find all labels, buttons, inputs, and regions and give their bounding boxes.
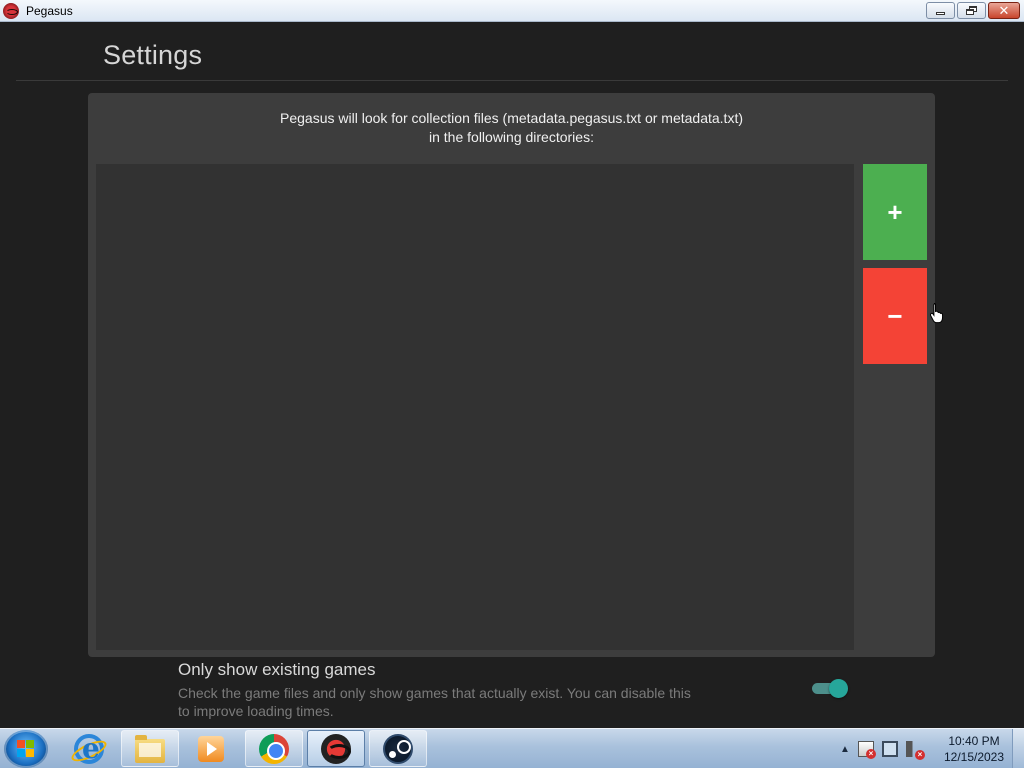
window-titlebar[interactable]: Pegasus ✕	[0, 0, 1024, 22]
show-desktop-button[interactable]	[1012, 729, 1024, 768]
taskbar-clock[interactable]: 10:40 PM 12/15/2023	[940, 733, 1008, 765]
start-button[interactable]	[4, 730, 48, 768]
clock-time: 10:40 PM	[948, 734, 1000, 748]
taskbar: ▲ × × 10:40 PM 12/15/2023	[0, 728, 1024, 768]
taskbar-item-media-player[interactable]	[182, 730, 240, 767]
directories-panel: Pegasus will look for collection files (…	[88, 93, 935, 657]
only-existing-games-description: Check the game files and only show games…	[178, 685, 691, 719]
add-directory-button[interactable]: +	[863, 164, 927, 260]
directories-description-line-1: Pegasus will look for collection files (…	[280, 110, 743, 126]
toggle-thumb	[829, 679, 848, 698]
pegasus-app-icon	[3, 3, 19, 19]
window-title: Pegasus	[26, 4, 73, 18]
steam-icon	[383, 733, 413, 764]
taskbar-item-internet-explorer[interactable]	[60, 730, 118, 767]
header-divider	[16, 80, 1008, 81]
show-hidden-icons-button[interactable]: ▲	[840, 744, 850, 755]
action-center-icon[interactable]: ×	[857, 741, 876, 759]
taskbar-item-pegasus[interactable]	[307, 730, 365, 767]
system-tray: ▲ × ×	[840, 731, 925, 767]
close-button[interactable]: ✕	[988, 2, 1020, 19]
page-title: Settings	[103, 40, 203, 70]
taskbar-item-chrome[interactable]	[245, 730, 303, 767]
network-icon[interactable]	[881, 741, 898, 757]
clock-date: 12/15/2023	[943, 750, 1005, 764]
hand-cursor-icon	[929, 303, 944, 324]
only-existing-games-title: Only show existing games	[178, 660, 376, 679]
close-icon: ✕	[998, 3, 1010, 18]
directory-list[interactable]	[96, 164, 854, 650]
windows-logo-icon	[17, 740, 35, 758]
minimize-icon	[936, 12, 945, 15]
settings-screen: Settings Pegasus will look for collectio…	[0, 23, 1024, 728]
volume-muted-icon[interactable]: ×	[905, 741, 925, 760]
restore-icon	[965, 6, 978, 15]
chrome-icon	[259, 733, 289, 764]
minimize-button[interactable]	[926, 2, 955, 19]
folder-icon	[135, 734, 165, 763]
pegasus-icon	[321, 733, 351, 764]
taskbar-item-windows-explorer[interactable]	[121, 730, 179, 767]
only-existing-games-toggle[interactable]	[812, 679, 848, 698]
taskbar-item-steam[interactable]	[369, 730, 427, 767]
directories-description: Pegasus will look for collection files (…	[88, 109, 935, 147]
media-player-icon	[198, 735, 224, 762]
directories-description-line-2: in the following directories:	[429, 129, 594, 145]
restore-button[interactable]	[957, 2, 986, 19]
remove-directory-button[interactable]: −	[863, 268, 927, 364]
internet-explorer-icon	[74, 732, 104, 765]
